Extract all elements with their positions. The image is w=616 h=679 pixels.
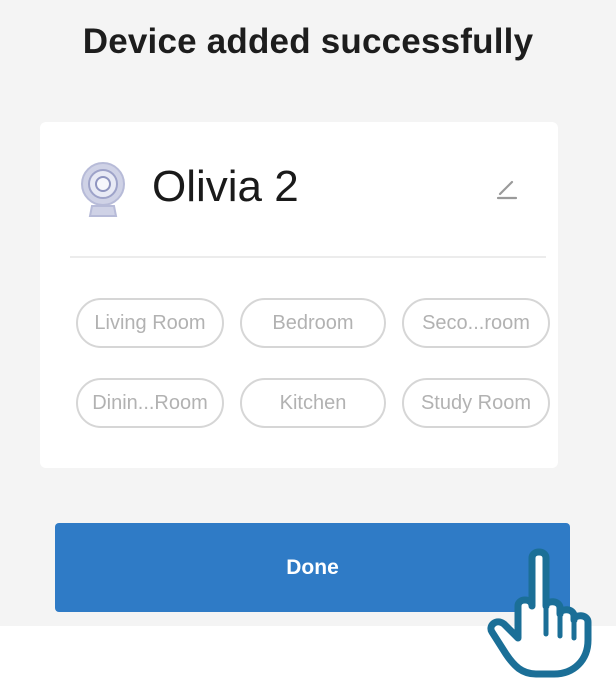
device-row: Olivia 2 bbox=[40, 122, 558, 254]
room-chip-study-room[interactable]: Study Room bbox=[402, 378, 550, 428]
room-chip-bedroom[interactable]: Bedroom bbox=[240, 298, 386, 348]
room-chip-dining-room[interactable]: Dinin...Room bbox=[76, 378, 224, 428]
page-title: Device added successfully bbox=[82, 22, 534, 61]
room-chip-living-room[interactable]: Living Room bbox=[76, 298, 224, 348]
device-card: Olivia 2 Living Room Bedroom Seco...room… bbox=[40, 122, 558, 468]
room-chip-second-room[interactable]: Seco...room bbox=[402, 298, 550, 348]
pointing-hand-icon bbox=[484, 548, 612, 679]
device-added-screen: Device added successfully Olivia 2 Livin… bbox=[0, 0, 616, 679]
room-chip-kitchen[interactable]: Kitchen bbox=[240, 378, 386, 428]
pencil-icon[interactable] bbox=[492, 174, 522, 204]
divider bbox=[70, 256, 546, 258]
camera-icon bbox=[78, 160, 128, 218]
device-name: Olivia 2 bbox=[152, 162, 299, 211]
